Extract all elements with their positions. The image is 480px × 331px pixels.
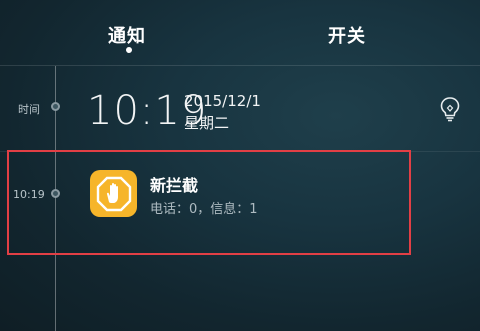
clock-weekday: 星期二 (184, 114, 230, 132)
time-label: 时间 (18, 103, 40, 116)
notification-title: 新拦截 (150, 176, 199, 195)
lightbulb-icon[interactable] (438, 96, 462, 122)
timeline-node-time (51, 102, 60, 111)
tab-switch[interactable]: 开关 (328, 22, 366, 48)
active-tab-indicator (126, 47, 132, 53)
tab-divider (0, 65, 480, 66)
notification-subtitle: 电话：0，信息：1 (150, 202, 258, 217)
tab-notify[interactable]: 通知 (108, 22, 146, 48)
hand-stop-octagon-icon (90, 170, 137, 217)
clock-date: 2015/12/1 (184, 92, 261, 110)
